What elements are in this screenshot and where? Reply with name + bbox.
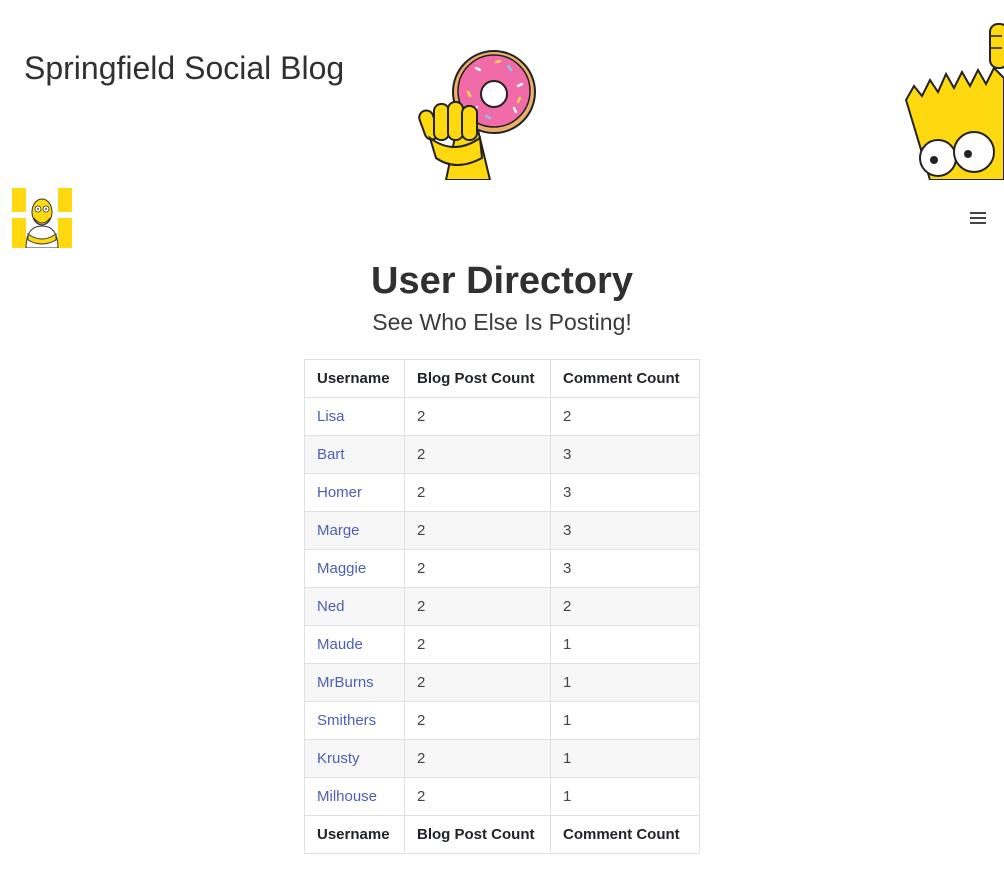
comment-count-cell: 1 [550,777,700,816]
username-link[interactable]: Bart [317,446,345,463]
page-subtitle: See Who Else Is Posting! [372,309,632,335]
column-footer-username: Username [304,815,405,854]
table-row: Homer 2 3 [304,473,700,512]
column-header-comment-count: Comment Count [550,359,700,398]
homer-avatar-icon[interactable] [12,188,72,248]
username-cell: Homer [304,473,405,512]
column-header-blog-post-count: Blog Post Count [404,359,551,398]
username-cell: Milhouse [304,777,405,816]
username-link[interactable]: Maggie [317,560,366,577]
blog-post-count-cell: 2 [404,701,551,740]
donut-hand-illustration [418,50,536,180]
blog-post-count-cell: 2 [404,663,551,702]
username-cell: Lisa [304,397,405,436]
blog-post-count-cell: 2 [404,587,551,626]
blog-post-count-cell: 2 [404,739,551,778]
username-cell: Marge [304,511,405,550]
username-link[interactable]: Milhouse [317,788,377,805]
comment-count-cell: 3 [550,549,700,588]
column-footer-blog-post-count: Blog Post Count [404,815,551,854]
page-title: User Directory [371,260,633,302]
username-cell: Smithers [304,701,405,740]
table-footer-row: Username Blog Post Count Comment Count [304,815,700,854]
username-link[interactable]: Maude [317,636,363,653]
page: Springfield Social Blog User Directory S… [0,0,1004,870]
table-row: Krusty 2 1 [304,739,700,778]
username-cell: Krusty [304,739,405,778]
table-row: Bart 2 3 [304,435,700,474]
blog-post-count-cell: 2 [404,511,551,550]
username-cell: MrBurns [304,663,405,702]
comment-count-cell: 1 [550,663,700,702]
table-row: Marge 2 3 [304,511,700,550]
comment-count-cell: 1 [550,739,700,778]
hamburger-menu-icon[interactable] [966,208,990,228]
blog-post-count-cell: 2 [404,473,551,512]
blog-post-count-cell: 2 [404,397,551,436]
comment-count-cell: 3 [550,435,700,474]
table-row: Ned 2 2 [304,587,700,626]
header-banner: Springfield Social Blog [0,0,1004,180]
blog-post-count-cell: 2 [404,435,551,474]
blog-post-count-cell: 2 [404,777,551,816]
username-link[interactable]: MrBurns [317,674,374,691]
username-link[interactable]: Lisa [317,408,345,425]
username-link[interactable]: Krusty [317,750,360,767]
user-directory-table: Username Blog Post Count Comment Count L… [304,359,700,854]
column-footer-comment-count: Comment Count [550,815,700,854]
table-row: MrBurns 2 1 [304,663,700,702]
table-row: Maude 2 1 [304,625,700,664]
table-row: Milhouse 2 1 [304,777,700,816]
comment-count-cell: 2 [550,397,700,436]
username-cell: Ned [304,587,405,626]
bart-illustration [904,23,1004,180]
username-cell: Bart [304,435,405,474]
comment-count-cell: 3 [550,473,700,512]
comment-count-cell: 2 [550,587,700,626]
comment-count-cell: 3 [550,511,700,550]
comment-count-cell: 1 [550,701,700,740]
table-row: Maggie 2 3 [304,549,700,588]
table-row: Smithers 2 1 [304,701,700,740]
column-header-username: Username [304,359,405,398]
blog-post-count-cell: 2 [404,625,551,664]
username-cell: Maude [304,625,405,664]
blog-post-count-cell: 2 [404,549,551,588]
table-row: Lisa 2 2 [304,397,700,436]
username-link[interactable]: Smithers [317,712,376,729]
username-cell: Maggie [304,549,405,588]
comment-count-cell: 1 [550,625,700,664]
username-link[interactable]: Homer [317,484,362,501]
username-link[interactable]: Marge [317,522,360,539]
table-header-row: Username Blog Post Count Comment Count [304,359,700,398]
username-link[interactable]: Ned [317,598,345,615]
site-title: Springfield Social Blog [24,50,345,86]
